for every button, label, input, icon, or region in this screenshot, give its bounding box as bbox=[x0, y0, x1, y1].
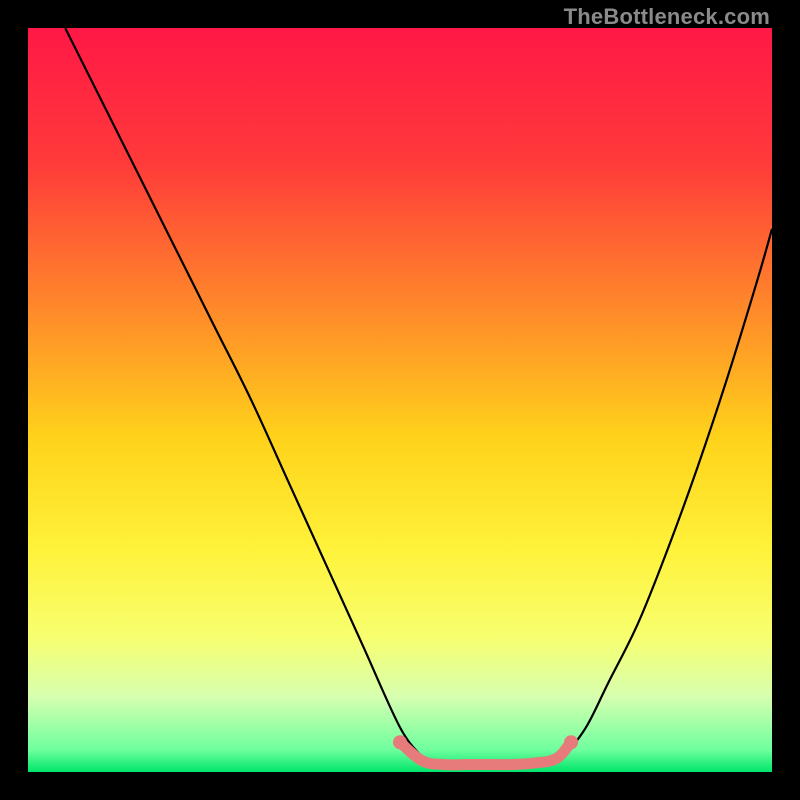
pink-endpoint-dot bbox=[393, 735, 407, 749]
gradient-background bbox=[28, 28, 772, 772]
chart-svg bbox=[28, 28, 772, 772]
watermark-text: TheBottleneck.com bbox=[564, 4, 770, 30]
pink-endpoint-dot bbox=[564, 735, 578, 749]
chart-frame: TheBottleneck.com bbox=[0, 0, 800, 800]
plot-area bbox=[28, 28, 772, 772]
